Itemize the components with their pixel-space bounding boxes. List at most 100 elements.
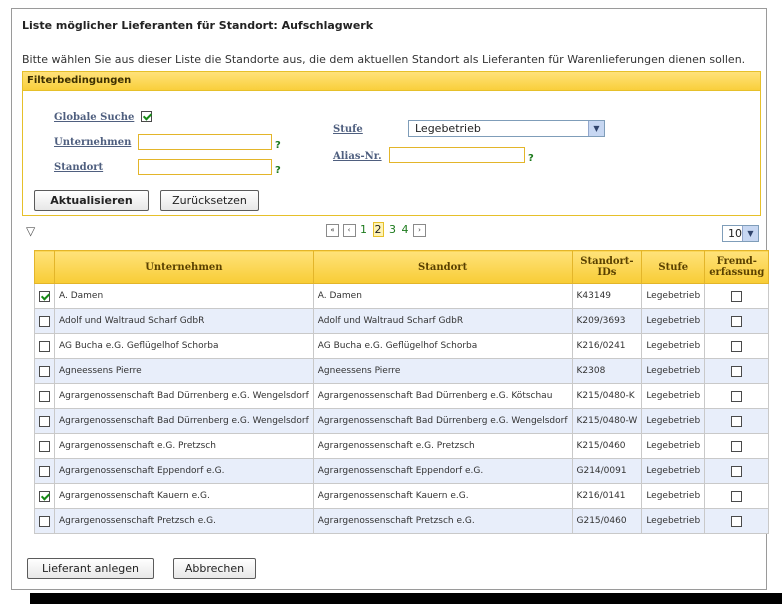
page-link-3[interactable]: 3 bbox=[389, 223, 396, 236]
global-search-label[interactable]: Globale Suche bbox=[54, 112, 134, 123]
level-select[interactable]: Legebetrieb ▼ bbox=[408, 120, 605, 137]
reset-button[interactable]: Zurücksetzen bbox=[160, 190, 259, 211]
external-entry-checkbox[interactable] bbox=[731, 440, 743, 452]
row-select-checkbox[interactable] bbox=[39, 390, 50, 402]
location-column-header[interactable]: Standort bbox=[312, 250, 573, 284]
table-row[interactable]: AG Bucha e.G. Geflügelhof Schorba AG Buch… bbox=[34, 333, 770, 359]
bottom-bar bbox=[30, 593, 782, 604]
row-select-cell[interactable] bbox=[34, 383, 55, 409]
table-row[interactable]: Adolf und Waltraud Scharf GdbR Adolf und … bbox=[34, 308, 770, 334]
row-select-checkbox[interactable] bbox=[39, 415, 50, 427]
company-help-icon[interactable]: ? bbox=[275, 140, 281, 151]
company-label[interactable]: Unternehmen bbox=[54, 137, 131, 148]
level-cell: Legebetrieb bbox=[641, 333, 706, 359]
external-entry-cell[interactable] bbox=[704, 358, 770, 384]
location-cell: Agneessens Pierre bbox=[312, 358, 573, 384]
row-select-cell[interactable] bbox=[34, 458, 55, 484]
location-id-cell: K43149 bbox=[571, 283, 643, 309]
cancel-button[interactable]: Abbrechen bbox=[173, 558, 256, 579]
table-row[interactable]: Agrargenossenschaft Kauern e.G. Agrargeno… bbox=[34, 483, 770, 509]
external-entry-cell[interactable] bbox=[704, 308, 770, 334]
external-entry-cell[interactable] bbox=[704, 458, 770, 484]
location-id-cell: K2308 bbox=[571, 358, 643, 384]
global-search-checkbox[interactable] bbox=[141, 111, 152, 122]
row-select-checkbox[interactable] bbox=[39, 440, 50, 452]
company-cell: Agrargenossenschaft Kauern e.G. bbox=[54, 483, 314, 509]
table-header-row: Unternehmen Standort Standort-IDs Stufe … bbox=[34, 250, 770, 284]
chevron-down-icon[interactable]: ▼ bbox=[742, 226, 758, 241]
external-entry-checkbox[interactable] bbox=[731, 465, 743, 477]
row-select-checkbox[interactable] bbox=[39, 490, 50, 502]
location-cell: Adolf und Waltraud Scharf GdbR bbox=[312, 308, 573, 334]
row-select-checkbox[interactable] bbox=[39, 365, 50, 377]
table-row[interactable]: Agrargenossenschaft Bad Dürrenberg e.G. … bbox=[34, 408, 770, 434]
location-input[interactable] bbox=[138, 159, 272, 175]
company-cell: Agrargenossenschaft Eppendorf e.G. bbox=[54, 458, 314, 484]
update-button[interactable]: Aktualisieren bbox=[34, 190, 149, 211]
external-entry-cell[interactable] bbox=[704, 283, 770, 309]
alias-input[interactable] bbox=[389, 147, 525, 163]
row-select-checkbox[interactable] bbox=[39, 465, 50, 477]
chevron-down-icon[interactable]: ▼ bbox=[588, 121, 604, 136]
external-entry-cell[interactable] bbox=[704, 483, 770, 509]
row-select-cell[interactable] bbox=[34, 308, 55, 334]
location-ids-column-header[interactable]: Standort-IDs bbox=[571, 250, 643, 284]
page-link-2-current[interactable]: 2 bbox=[372, 222, 384, 237]
external-entry-checkbox[interactable] bbox=[731, 515, 743, 527]
external-entry-checkbox[interactable] bbox=[731, 415, 743, 427]
prev-page-icon[interactable]: ‹ bbox=[342, 223, 356, 237]
company-input[interactable] bbox=[138, 134, 272, 150]
table-row[interactable]: Agneessens Pierre Agneessens Pierre K2308 L… bbox=[34, 358, 770, 384]
row-select-checkbox[interactable] bbox=[39, 290, 50, 302]
company-column-header[interactable]: Unternehmen bbox=[54, 250, 314, 284]
location-cell: Agrargenossenschaft Eppendorf e.G. bbox=[312, 458, 573, 484]
external-entry-column-header[interactable]: Fremd-erfassung bbox=[704, 250, 770, 284]
row-select-cell[interactable] bbox=[34, 483, 55, 509]
row-select-cell[interactable] bbox=[34, 408, 55, 434]
level-label[interactable]: Stufe bbox=[333, 124, 363, 135]
row-select-checkbox[interactable] bbox=[39, 340, 50, 352]
table-row[interactable]: Agrargenossenschaft Bad Dürrenberg e.G. … bbox=[34, 383, 770, 409]
table-row[interactable]: Agrargenossenschaft e.G. Pretzsch Agrarge… bbox=[34, 433, 770, 459]
external-entry-checkbox[interactable] bbox=[731, 315, 743, 327]
table-row[interactable]: Agrargenossenschaft Pretzsch e.G. Agrarge… bbox=[34, 508, 770, 534]
row-select-cell[interactable] bbox=[34, 508, 55, 534]
external-entry-cell[interactable] bbox=[704, 383, 770, 409]
filter-icon[interactable]: ▽ bbox=[26, 224, 35, 238]
external-entry-cell[interactable] bbox=[704, 433, 770, 459]
page-link-4[interactable]: 4 bbox=[402, 223, 409, 236]
company-cell: Agneessens Pierre bbox=[54, 358, 314, 384]
external-entry-checkbox[interactable] bbox=[731, 340, 743, 352]
location-label[interactable]: Standort bbox=[54, 162, 103, 173]
table-row[interactable]: A. Damen A. Damen K43149 Legebetrieb bbox=[34, 283, 770, 309]
external-entry-cell[interactable] bbox=[704, 508, 770, 534]
table-row[interactable]: Agrargenossenschaft Eppendorf e.G. Agrarg… bbox=[34, 458, 770, 484]
external-entry-checkbox[interactable] bbox=[731, 290, 743, 302]
row-select-checkbox[interactable] bbox=[39, 515, 50, 527]
first-page-icon[interactable]: « bbox=[326, 223, 339, 237]
location-cell: Agrargenossenschaft e.G. Pretzsch bbox=[312, 433, 573, 459]
external-entry-cell[interactable] bbox=[704, 333, 770, 359]
next-page-icon[interactable]: › bbox=[413, 223, 426, 237]
alias-label[interactable]: Alias-Nr. bbox=[333, 151, 382, 162]
external-entry-checkbox[interactable] bbox=[731, 390, 743, 402]
level-cell: Legebetrieb bbox=[641, 508, 706, 534]
external-entry-checkbox[interactable] bbox=[731, 490, 743, 502]
level-column-header[interactable]: Stufe bbox=[641, 250, 706, 284]
page-size-select[interactable]: 10 ▼ bbox=[722, 225, 759, 242]
external-entry-checkbox[interactable] bbox=[731, 365, 743, 377]
row-select-cell[interactable] bbox=[34, 333, 55, 359]
page-link-1[interactable]: 1 bbox=[360, 223, 367, 236]
row-select-checkbox[interactable] bbox=[39, 315, 50, 327]
location-help-icon[interactable]: ? bbox=[275, 165, 281, 176]
company-cell: Agrargenossenschaft Pretzsch e.G. bbox=[54, 508, 314, 534]
create-supplier-button[interactable]: Lieferant anlegen bbox=[27, 558, 154, 579]
row-select-cell[interactable] bbox=[34, 433, 55, 459]
intro-text: Bitte wählen Sie aus dieser Liste die St… bbox=[22, 53, 746, 66]
external-entry-cell[interactable] bbox=[704, 408, 770, 434]
supplier-table: Unternehmen Standort Standort-IDs Stufe … bbox=[34, 250, 770, 534]
row-select-cell[interactable] bbox=[34, 358, 55, 384]
alias-help-icon[interactable]: ? bbox=[528, 153, 534, 164]
filter-panel: Filterbedingungen Globale Suche Unterneh… bbox=[22, 71, 761, 216]
row-select-cell[interactable] bbox=[34, 283, 55, 309]
